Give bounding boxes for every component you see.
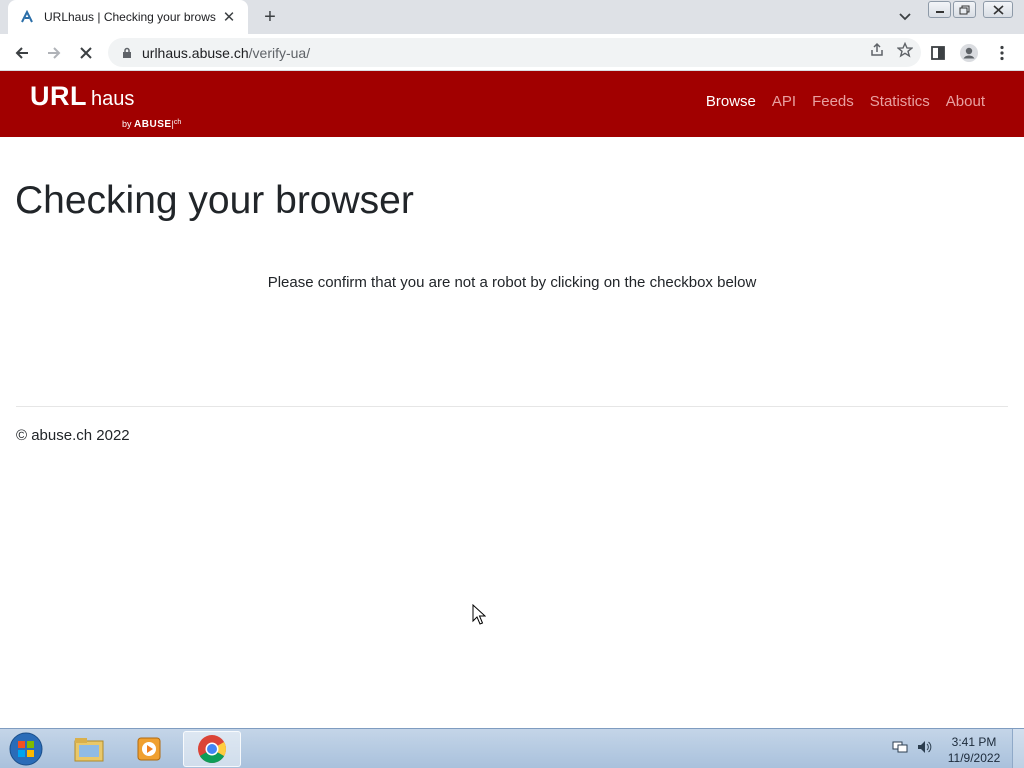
address-bar[interactable]: urlhaus.abuse.ch/verify-ua/	[108, 38, 921, 67]
main-nav: Browse API Feeds Statistics About	[706, 93, 985, 110]
new-tab-button[interactable]: +	[258, 5, 282, 29]
logo-sub-text: haus	[91, 88, 135, 110]
windows-taskbar: 3:41 PM 11/9/2022	[0, 728, 1024, 768]
copyright-text: © abuse.ch 2022	[16, 427, 130, 444]
nav-statistics[interactable]: Statistics	[870, 93, 930, 110]
media-player-taskbar-icon[interactable]	[120, 731, 178, 767]
window-restore-button[interactable]	[953, 1, 976, 18]
start-button[interactable]	[6, 731, 46, 767]
lock-icon	[120, 46, 134, 60]
tab-title: URLhaus | Checking your browse	[44, 10, 216, 24]
logo-by-text: by	[122, 119, 132, 129]
chrome-taskbar-icon[interactable]	[183, 731, 241, 767]
show-desktop-button[interactable]	[1012, 729, 1024, 768]
network-icon[interactable]	[892, 739, 908, 760]
profile-avatar-icon[interactable]	[956, 40, 982, 66]
nav-feeds[interactable]: Feeds	[812, 93, 854, 110]
share-icon[interactable]	[869, 42, 885, 63]
logo-ch-text: ch	[173, 119, 182, 126]
urlhaus-favicon-icon	[20, 10, 34, 24]
stop-loading-icon[interactable]	[73, 40, 99, 66]
page-content: Checking your browser Please confirm tha…	[0, 137, 1024, 728]
url-path: /verify-ua/	[248, 44, 311, 61]
nav-browse[interactable]: Browse	[706, 93, 756, 110]
tab-strip: URLhaus | Checking your browse ✕ +	[0, 0, 1024, 34]
robot-confirm-text: Please confirm that you are not a robot …	[267, 274, 757, 291]
url-text: urlhaus.abuse.ch/verify-ua/	[142, 45, 310, 61]
chrome-menu-icon[interactable]	[989, 40, 1015, 66]
url-host: urlhaus.abuse.ch	[142, 44, 249, 61]
browser-toolbar: urlhaus.abuse.ch/verify-ua/	[0, 34, 1024, 71]
forward-arrow-icon[interactable]	[41, 40, 67, 66]
back-arrow-icon[interactable]	[9, 40, 35, 66]
clock-date: 11/9/2022	[947, 751, 1001, 765]
volume-icon[interactable]	[916, 739, 932, 760]
logo-brand-text: ABUSE	[134, 119, 172, 130]
screen: URLhaus | Checking your browse ✕ + urlha…	[0, 0, 1024, 768]
clock-time: 3:41 PM	[951, 735, 997, 749]
page-title: Checking your browser	[15, 179, 414, 222]
footer-divider	[16, 406, 1008, 407]
taskbar-clock[interactable]: 3:41 PM 11/9/2022	[944, 734, 1004, 766]
urlhaus-logo[interactable]: URL haus by ABUSE|ch	[30, 81, 181, 130]
mouse-pointer-icon	[472, 603, 487, 631]
file-explorer-taskbar-icon[interactable]	[60, 731, 118, 767]
bookmark-star-icon[interactable]	[896, 41, 914, 63]
browser-tab[interactable]: URLhaus | Checking your browse ✕	[8, 0, 248, 34]
window-close-button[interactable]	[983, 1, 1013, 18]
window-minimize-button[interactable]	[928, 1, 951, 18]
site-header: URL haus by ABUSE|ch Browse API Feeds Sta…	[0, 71, 1024, 137]
side-panel-icon[interactable]	[925, 40, 951, 66]
tab-close-icon[interactable]: ✕	[220, 8, 238, 26]
nav-about[interactable]: About	[946, 93, 985, 110]
logo-main-text: URL	[30, 81, 87, 111]
tab-search-chevron-icon[interactable]	[893, 6, 917, 28]
logo-byline: by ABUSE|ch	[122, 119, 182, 130]
nav-api[interactable]: API	[772, 93, 796, 110]
